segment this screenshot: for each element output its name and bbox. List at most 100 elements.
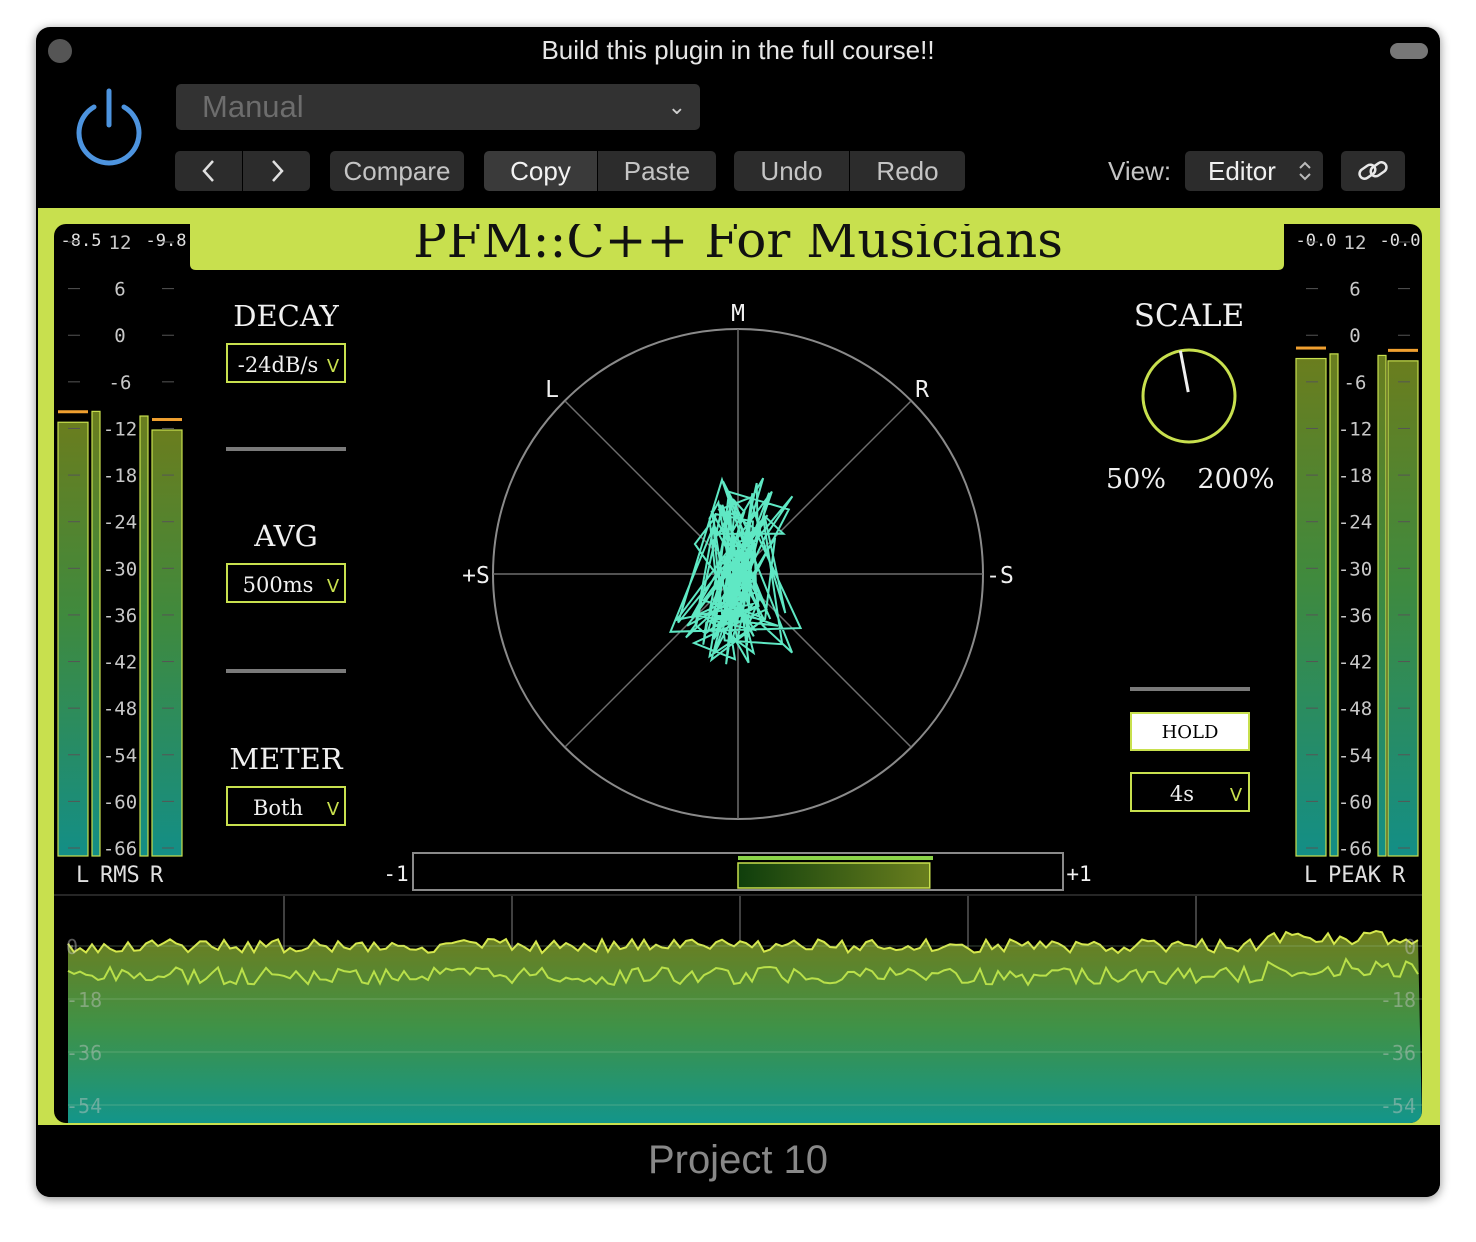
peak-scale-tick: -30 <box>1338 558 1372 580</box>
rms-scale-tick: -12 <box>103 418 137 440</box>
peak-scale-tick: -24 <box>1338 512 1372 534</box>
rms-right-readout: -9.8 <box>146 231 187 251</box>
rms-scale-tick: -30 <box>103 558 137 580</box>
histogram-right-label: -36 <box>1380 1041 1416 1065</box>
peak-level-left-bar <box>1329 353 1339 857</box>
peak-hold-tick <box>1296 346 1326 350</box>
peak-scale-tick: -54 <box>1338 745 1372 767</box>
view-select[interactable]: Editor <box>1185 151 1323 191</box>
rms-histogram: 0 -18 -36 -54 0 -18 -36 -54 <box>54 894 1422 1123</box>
gonio-label-r: R <box>915 377 929 403</box>
rms-avg-right-bar <box>151 429 183 857</box>
peak-scale-tick: -18 <box>1338 465 1372 487</box>
avg-dropdown[interactable]: 500ms V <box>226 563 346 603</box>
goniometer-trace <box>668 476 803 665</box>
peak-scale-tick: -36 <box>1338 605 1372 627</box>
peak-scale-tick: -6 <box>1344 372 1367 394</box>
scale-knob[interactable] <box>1141 348 1237 444</box>
view-label: View: <box>1108 156 1172 186</box>
plugin-graphics: PFM::C++ For Musicians -8.5 -9.8 L RMS R… <box>54 224 1422 1123</box>
decay-dropdown[interactable]: -24dB/s V <box>226 343 346 383</box>
hold-label: HOLD <box>1162 722 1219 743</box>
peak-scale-tick: -12 <box>1338 418 1372 440</box>
plugin-editor: PFM::C++ For Musicians -8.5 -9.8 L RMS R… <box>38 208 1440 1125</box>
view-value: Editor <box>1208 156 1276 186</box>
meter-dropdown[interactable]: Both V <box>226 786 346 826</box>
scale-max-label: 200% <box>1197 464 1274 495</box>
knob-pointer <box>1178 350 1190 393</box>
chevron-down-icon: ⌄ <box>667 94 686 119</box>
link-icon <box>1358 161 1388 180</box>
peak-scale-tick: 6 <box>1349 279 1360 301</box>
histogram-left-label: -54 <box>66 1094 102 1118</box>
chevron-left-icon <box>201 160 214 182</box>
histogram-left-label: -36 <box>66 1041 102 1065</box>
correlation-max-label: +1 <box>1066 862 1091 886</box>
rms-hold-tick <box>58 410 88 414</box>
histogram-fill <box>68 931 1422 1123</box>
peak-right-readout: -0.0 <box>1380 231 1421 251</box>
undo-button[interactable]: Undo <box>734 151 849 191</box>
scale-min-label: 50% <box>1106 464 1166 495</box>
rms-scale-tick: -24 <box>103 512 137 534</box>
peak-scale-tick: -60 <box>1338 791 1372 813</box>
hold-time-dropdown[interactable]: 4s V <box>1130 772 1250 812</box>
decay-value: -24dB/s <box>238 353 319 377</box>
peak-label-l: L <box>1304 863 1317 888</box>
footer-project-name: Project 10 <box>36 1125 1440 1197</box>
preset-select[interactable]: Manual ⌄ <box>176 84 700 130</box>
rms-scale-tick: -18 <box>103 465 137 487</box>
rms-scale-tick: -54 <box>103 745 137 767</box>
rms-scale-tick: -60 <box>103 791 137 813</box>
avg-label: AVG <box>253 519 318 553</box>
rms-left-readout: -8.5 <box>61 231 102 251</box>
rms-scale-tick: -6 <box>109 372 132 394</box>
chevron-down-icon: V <box>327 576 340 597</box>
link-button[interactable] <box>1341 151 1405 191</box>
rms-scale-tick: -66 <box>103 838 137 860</box>
correlation-average-bar <box>738 856 933 860</box>
plugin-title: PFM::C++ For Musicians <box>413 224 1063 269</box>
hold-time-value: 4s <box>1170 782 1194 806</box>
window-pill[interactable] <box>1390 43 1428 59</box>
paste-button[interactable]: Paste <box>598 151 716 191</box>
gonio-label-minus-s: -S <box>986 563 1014 589</box>
chevron-down-icon: V <box>1230 785 1243 806</box>
peak-avg-right-bar <box>1387 360 1419 857</box>
goniometer: M L R +S -S <box>462 301 1014 820</box>
rms-scale-tick: -36 <box>103 605 137 627</box>
rms-label-l: L <box>76 863 89 888</box>
preset-value: Manual <box>202 89 304 124</box>
correlation-bar <box>737 862 931 889</box>
histogram-right-label: -54 <box>1380 1094 1416 1118</box>
rms-hold-tick <box>152 418 182 422</box>
prev-preset-button[interactable] <box>175 151 242 191</box>
window-title: Build this plugin in the full course!! <box>541 35 935 65</box>
hold-button[interactable]: HOLD <box>1130 712 1250 751</box>
gonio-label-m: M <box>731 301 745 327</box>
histogram-left-label: 0 <box>66 935 78 959</box>
rms-scale-tick: 12 <box>109 232 132 254</box>
redo-button[interactable]: Redo <box>850 151 965 191</box>
peak-avg-left-bar <box>1295 357 1327 857</box>
rms-label: RMS <box>100 863 140 888</box>
peak-label: PEAK <box>1328 863 1382 888</box>
copy-button[interactable]: Copy <box>484 151 597 191</box>
compare-button[interactable]: Compare <box>330 151 464 191</box>
avg-value: 500ms <box>243 573 314 597</box>
rms-avg-left-bar <box>57 421 89 857</box>
scale-label: SCALE <box>1134 298 1245 334</box>
rms-scale-tick: -42 <box>103 652 137 674</box>
rms-meter: -8.5 -9.8 L RMS R 12 6 0 -6 -12 -18 -24 -30 -36 -… <box>57 231 187 888</box>
peak-meter: -0.0 -0.0 L PEAK R 12 6 0 -6 -12 -18 -24 -30 -36… <box>1295 231 1421 888</box>
meter-label: METER <box>229 742 343 776</box>
peak-label-r: R <box>1392 863 1406 888</box>
next-preset-button[interactable] <box>243 151 310 191</box>
gonio-label-l: L <box>545 377 559 403</box>
power-icon[interactable] <box>68 85 150 167</box>
correlation-min-label: -1 <box>383 862 408 886</box>
histogram-right-label: -18 <box>1380 988 1416 1012</box>
histogram-left-label: -18 <box>66 988 102 1012</box>
rms-label-r: R <box>150 863 164 888</box>
rms-scale-tick: 6 <box>114 279 125 301</box>
